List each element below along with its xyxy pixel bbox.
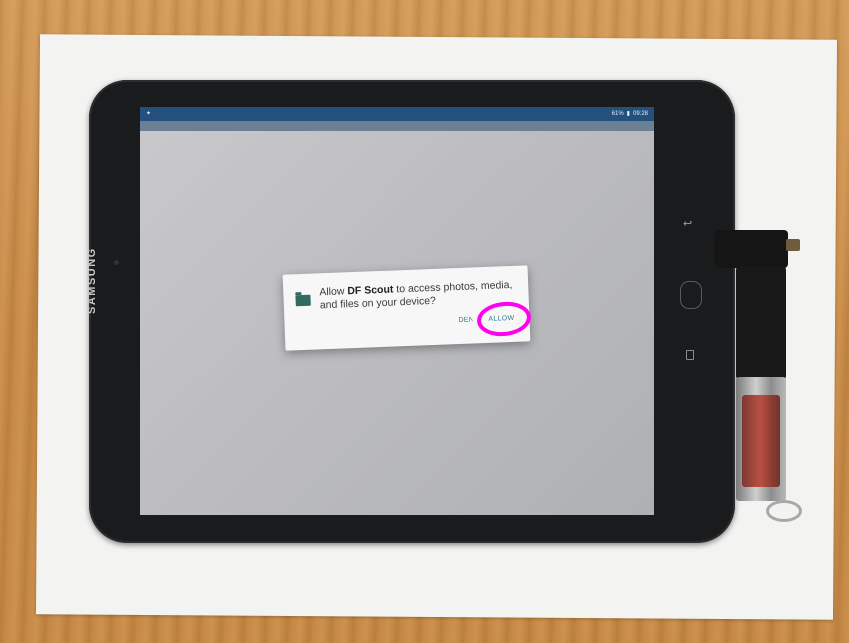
status-bar: ✦ 61% ▮ 09:28 (140, 107, 654, 121)
usb-extension (736, 266, 786, 380)
brand-logo: SAMSUNG (86, 247, 98, 314)
status-time: 09:28 (632, 110, 648, 117)
app-toolbar (140, 121, 654, 131)
status-indicators: 61% ▮ 09:28 (611, 110, 648, 118)
front-camera-sensor (114, 260, 119, 265)
home-button[interactable] (680, 281, 702, 309)
back-key-icon[interactable]: ↩ (683, 217, 692, 230)
usb-drive-casing (742, 395, 780, 487)
folder-icon (295, 294, 311, 307)
notification-icon: ✦ (146, 111, 152, 117)
app-name: DF Scout (347, 283, 394, 298)
battery-icon: ▮ (626, 111, 630, 117)
micro-usb-connector (786, 239, 800, 251)
deny-button[interactable]: DENY (458, 316, 472, 324)
usb-otg-adapter (714, 230, 788, 268)
key-ring (766, 500, 802, 522)
recent-apps-key-icon[interactable] (686, 350, 694, 360)
battery-percent: 61% (611, 110, 624, 117)
